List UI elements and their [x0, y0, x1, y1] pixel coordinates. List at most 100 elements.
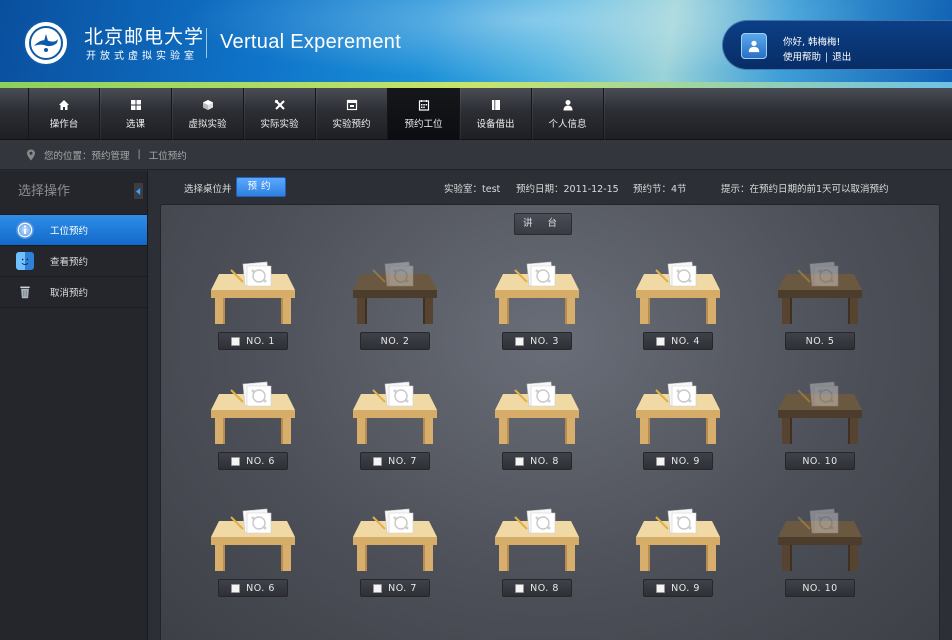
desk-checkbox[interactable] — [515, 456, 525, 466]
sidebar-collapse-button[interactable] — [134, 183, 143, 199]
calendar-grid-icon — [418, 99, 429, 111]
desk-seat[interactable]: NO. 6 — [205, 380, 301, 480]
nav-item-profile[interactable]: 个人信息 — [532, 88, 604, 140]
desk-seat[interactable]: NO. 4 — [630, 260, 726, 360]
desk-checkbox[interactable] — [656, 336, 666, 346]
nav-item-label: 实际实验 — [260, 118, 299, 130]
desk-label[interactable]: NO. 7 — [360, 452, 430, 470]
desk-label: NO. 5 — [785, 332, 855, 350]
help-link[interactable]: 使用帮助 — [783, 52, 821, 63]
nav-item-lab-booking[interactable]: 实验预约 — [316, 88, 388, 140]
desk-number: NO. 3 — [530, 335, 559, 347]
desk-seat[interactable]: NO. 1 — [205, 260, 301, 360]
university-logo — [23, 20, 69, 66]
desk-seat[interactable]: NO. 3 — [489, 260, 585, 360]
desk-label[interactable]: NO. 6 — [218, 579, 288, 597]
nav-item-equipment-loan[interactable]: 设备借出 — [460, 88, 532, 140]
desk-icon — [353, 261, 437, 324]
desk-seat[interactable]: NO. 8 — [489, 507, 585, 607]
desk-checkbox[interactable] — [515, 336, 525, 346]
booking-session: 预约节：4节 — [633, 184, 687, 195]
desk-seat[interactable]: NO. 8 — [489, 380, 585, 480]
university-subtitle: 开放式虚拟实验室 — [86, 51, 198, 62]
desk-checkbox[interactable] — [373, 456, 383, 466]
desk-checkbox[interactable] — [231, 583, 241, 593]
desk-number: NO. 5 — [805, 335, 835, 347]
breadcrumb-prefix[interactable]: 您的位置：预约管理 — [44, 148, 130, 162]
desk-label: NO. 10 — [785, 579, 855, 597]
desk-label[interactable]: NO. 8 — [502, 579, 572, 597]
logout-link[interactable]: 退出 — [832, 52, 851, 63]
desk-seat[interactable]: NO. 7 — [347, 380, 443, 480]
book-button[interactable]: 预约 — [236, 177, 286, 197]
header-divider — [206, 28, 207, 58]
location-pin-icon — [27, 149, 35, 160]
desk-checkbox[interactable] — [515, 583, 525, 593]
desk-number: NO. 1 — [246, 335, 275, 347]
breadcrumb-current: 工位预约 — [148, 150, 187, 162]
booking-toolbar: 选择桌位并 预约 实验室：test 预约日期：2011-12-15 预约节：4节… — [148, 171, 952, 203]
sidebar-item-cancel-booking[interactable]: 取消预约 — [0, 277, 147, 308]
nav-item-courses[interactable]: 选课 — [100, 88, 172, 140]
desk-checkbox[interactable] — [656, 583, 666, 593]
desk-seat[interactable]: NO. 9 — [630, 507, 726, 607]
sidebar-item-label: 查看预约 — [50, 257, 89, 268]
info-icon — [16, 221, 34, 239]
desk-number: NO. 7 — [388, 582, 417, 594]
sidebar-item-label: 工位预约 — [50, 226, 89, 237]
nav-item-label: 个人信息 — [548, 118, 587, 130]
nav-item-console[interactable]: 操作台 — [28, 88, 100, 140]
university-name: 北京邮电大学 — [84, 26, 205, 48]
chevron-left-icon — [136, 187, 141, 195]
select-seat-label: 选择桌位并 — [184, 184, 232, 195]
grid-icon — [130, 99, 141, 110]
desk-checkbox[interactable] — [656, 456, 666, 466]
desk-icon — [495, 381, 579, 444]
desk-label[interactable]: NO. 8 — [502, 452, 572, 470]
booking-date: 预约日期：2011-12-15 — [516, 184, 619, 195]
desk-checkbox[interactable] — [373, 583, 383, 593]
desk-seat[interactable]: NO. 9 — [630, 380, 726, 480]
desk-label[interactable]: NO. 3 — [502, 332, 572, 350]
finder-icon — [16, 252, 34, 270]
logo-emblem-icon — [34, 34, 58, 52]
desk-number: NO. 6 — [246, 455, 275, 467]
home-icon — [59, 99, 69, 110]
desk-icon — [211, 261, 295, 324]
desk-label[interactable]: NO. 4 — [643, 332, 713, 350]
cube-icon — [202, 99, 213, 110]
desk-checkbox[interactable] — [231, 456, 241, 466]
desk-icon — [211, 508, 295, 571]
desk-number: NO. 9 — [671, 582, 700, 594]
desk-number: NO. 8 — [530, 582, 559, 594]
desk-icon — [636, 508, 720, 571]
desk-label[interactable]: NO. 9 — [643, 452, 713, 470]
desk-seat[interactable]: NO. 6 — [205, 507, 301, 607]
desk-icon — [778, 508, 862, 571]
sidebar-item-view-bookings[interactable]: 查看预约 — [0, 246, 147, 277]
desk-seat: NO. 10 — [772, 380, 868, 480]
desk-label[interactable]: NO. 6 — [218, 452, 288, 470]
nav-item-real-lab[interactable]: 实际实验 — [244, 88, 316, 140]
user-greeting: 你好, 韩梅梅! — [783, 37, 841, 48]
nav-item-virtual-lab[interactable]: 虚拟实验 — [172, 88, 244, 140]
desk-seat: NO. 2 — [347, 260, 443, 360]
user-avatar — [741, 33, 767, 59]
desk-number: NO. 7 — [388, 455, 417, 467]
trash-icon — [16, 283, 34, 301]
user-links: 使用帮助 | 退出 — [783, 49, 851, 63]
desk-number: NO. 6 — [246, 582, 275, 594]
nav-item-seat-booking[interactable]: 预约工位 — [388, 88, 460, 140]
desk-label[interactable]: NO. 1 — [218, 332, 288, 350]
desk-label[interactable]: NO. 7 — [360, 579, 430, 597]
desk-checkbox[interactable] — [231, 336, 241, 346]
desk-label[interactable]: NO. 9 — [643, 579, 713, 597]
desk-seat[interactable]: NO. 7 — [347, 507, 443, 607]
desk-icon — [636, 261, 720, 324]
sidebar: 选择操作 工位预约 查看预约 取消预约 — [0, 171, 148, 640]
lab-info: 实验室：test — [444, 184, 501, 195]
sidebar-item-seat-booking[interactable]: 工位预约 — [0, 215, 147, 246]
sidebar-item-label: 取消预约 — [50, 288, 89, 299]
desk-seat: NO. 10 — [772, 507, 868, 607]
podium: 讲 台 — [514, 213, 572, 235]
